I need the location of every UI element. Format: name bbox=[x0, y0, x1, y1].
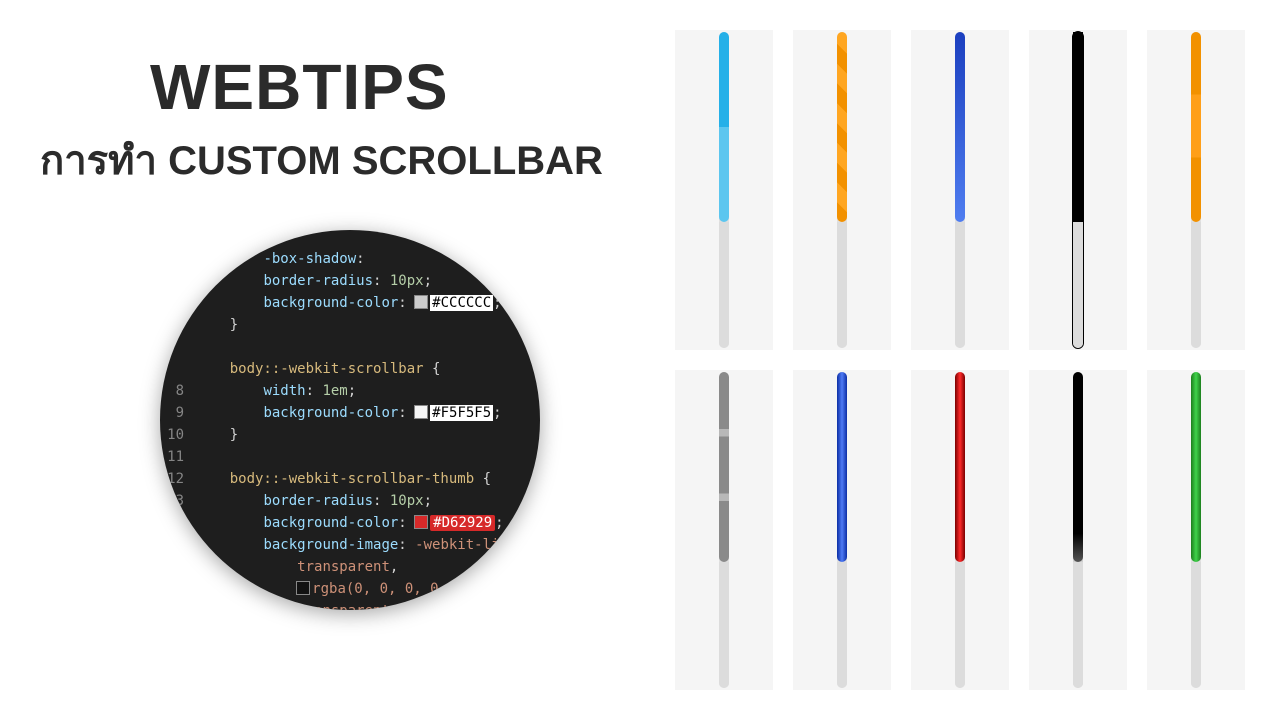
scrollbar-thumb bbox=[1191, 372, 1201, 562]
scrollbar-sample-black-square bbox=[1029, 30, 1127, 350]
line-number: 14 bbox=[160, 512, 196, 534]
line-number bbox=[160, 270, 196, 292]
scrollbar-thumb bbox=[1191, 32, 1201, 222]
scrollbar-thumb bbox=[955, 372, 965, 562]
scrollbar-track bbox=[1073, 32, 1083, 348]
scrollbar-gallery bbox=[675, 30, 1245, 690]
scrollbar-track bbox=[719, 372, 729, 688]
code-text: -box-shadow: bbox=[196, 248, 373, 270]
scrollbar-sample-red-glossy bbox=[911, 370, 1009, 690]
code-line: 13 border-radius: 10px; bbox=[160, 490, 540, 512]
code-line: transparent, bbox=[160, 556, 540, 578]
code-line: } bbox=[160, 314, 540, 336]
line-number bbox=[160, 336, 196, 358]
code-line: -box-shadow: bbox=[160, 248, 540, 270]
scrollbar-thumb bbox=[719, 372, 729, 562]
scrollbar-sample-orange-striped bbox=[793, 30, 891, 350]
code-line: body::-webkit-scrollbar { bbox=[160, 358, 540, 380]
line-number: 13 bbox=[160, 490, 196, 512]
code-text: background-color: #CCCCCC; bbox=[196, 292, 502, 314]
code-text: } bbox=[196, 314, 238, 336]
scrollbar-track bbox=[955, 372, 965, 688]
line-number bbox=[160, 534, 196, 556]
code-line: border-radius: 10px; bbox=[160, 270, 540, 292]
code-text: background-color: #D62929; bbox=[196, 512, 504, 534]
scrollbar-sample-cyan-flat bbox=[675, 30, 773, 350]
scrollbar-track bbox=[1191, 32, 1201, 348]
scrollbar-handle bbox=[719, 222, 729, 348]
code-text: background-color: #F5F5F5; bbox=[196, 402, 502, 424]
scrollbar-handle bbox=[955, 222, 965, 348]
scrollbar-handle bbox=[1191, 222, 1201, 348]
line-number bbox=[160, 292, 196, 314]
line-number bbox=[160, 556, 196, 578]
scrollbar-thumb bbox=[955, 32, 965, 222]
scrollbar-handle bbox=[837, 222, 847, 348]
code-text: background-image: -webkit-linear- bbox=[196, 534, 540, 556]
scrollbar-handle bbox=[719, 562, 729, 688]
scrollbar-thumb bbox=[837, 372, 847, 562]
code-text: transparent, bbox=[196, 600, 398, 610]
code-text: transparent, bbox=[196, 556, 398, 578]
scrollbar-sample-orange-segmented bbox=[1147, 30, 1245, 350]
line-number: 8 bbox=[160, 380, 196, 402]
code-line: background-image: -webkit-linear- bbox=[160, 534, 540, 556]
code-text bbox=[196, 446, 204, 468]
line-number: 9 bbox=[160, 402, 196, 424]
line-number bbox=[160, 600, 196, 610]
scrollbar-thumb bbox=[1073, 372, 1083, 562]
code-line: background-color: #CCCCCC; bbox=[160, 292, 540, 314]
code-text: body::-webkit-scrollbar-thumb { bbox=[196, 468, 491, 490]
code-text: width: 1em; bbox=[196, 380, 356, 402]
code-line: 9 background-color: #F5F5F5; bbox=[160, 402, 540, 424]
heading-block: WEBTIPS การทํา CUSTOM SCROLLBAR bbox=[40, 50, 603, 192]
scrollbar-handle bbox=[1073, 562, 1083, 688]
code-line: 12 body::-webkit-scrollbar-thumb { bbox=[160, 468, 540, 490]
line-number: 12 bbox=[160, 468, 196, 490]
line-number bbox=[160, 248, 196, 270]
code-editor-lines: -box-shadow: border-radius: 10px; backgr… bbox=[160, 230, 540, 610]
scrollbar-thumb bbox=[837, 32, 847, 222]
scrollbar-sample-black-rounded bbox=[1029, 370, 1127, 690]
scrollbar-sample-green-glossy bbox=[1147, 370, 1245, 690]
code-line: 8 width: 1em; bbox=[160, 380, 540, 402]
page-subtitle: การทํา CUSTOM SCROLLBAR bbox=[40, 128, 603, 192]
scrollbar-handle bbox=[1073, 222, 1083, 348]
scrollbar-thumb bbox=[719, 32, 729, 222]
line-number: 11 bbox=[160, 446, 196, 468]
scrollbar-track bbox=[837, 32, 847, 348]
code-text: } bbox=[196, 424, 238, 446]
scrollbar-handle bbox=[1191, 562, 1201, 688]
code-text: body::-webkit-scrollbar { bbox=[196, 358, 440, 380]
scrollbar-track bbox=[955, 32, 965, 348]
code-preview-circle: -box-shadow: border-radius: 10px; backgr… bbox=[160, 230, 540, 610]
line-number bbox=[160, 314, 196, 336]
line-number: 10 bbox=[160, 424, 196, 446]
code-line: transparent, bbox=[160, 600, 540, 610]
scrollbar-track bbox=[837, 372, 847, 688]
scrollbar-track bbox=[1191, 372, 1201, 688]
code-text: border-radius: 10px; bbox=[196, 270, 432, 292]
scrollbar-sample-blue-gradient bbox=[911, 30, 1009, 350]
scrollbar-thumb bbox=[1073, 32, 1083, 222]
code-line: rgba(0, 0, 0, 0.4) bbox=[160, 578, 540, 600]
scrollbar-handle bbox=[837, 562, 847, 688]
line-number bbox=[160, 578, 196, 600]
page-title: WEBTIPS bbox=[150, 50, 603, 124]
scrollbar-track bbox=[719, 32, 729, 348]
code-line: 11 bbox=[160, 446, 540, 468]
code-line bbox=[160, 336, 540, 358]
scrollbar-handle bbox=[955, 562, 965, 688]
line-number bbox=[160, 358, 196, 380]
code-line: 10 } bbox=[160, 424, 540, 446]
code-text bbox=[196, 336, 204, 358]
code-line: 14 background-color: #D62929; bbox=[160, 512, 540, 534]
scrollbar-track bbox=[1073, 372, 1083, 688]
scrollbar-sample-gray-segmented bbox=[675, 370, 773, 690]
scrollbar-sample-blue-glossy bbox=[793, 370, 891, 690]
code-text: border-radius: 10px; bbox=[196, 490, 432, 512]
code-text: rgba(0, 0, 0, 0.4) bbox=[196, 578, 472, 600]
